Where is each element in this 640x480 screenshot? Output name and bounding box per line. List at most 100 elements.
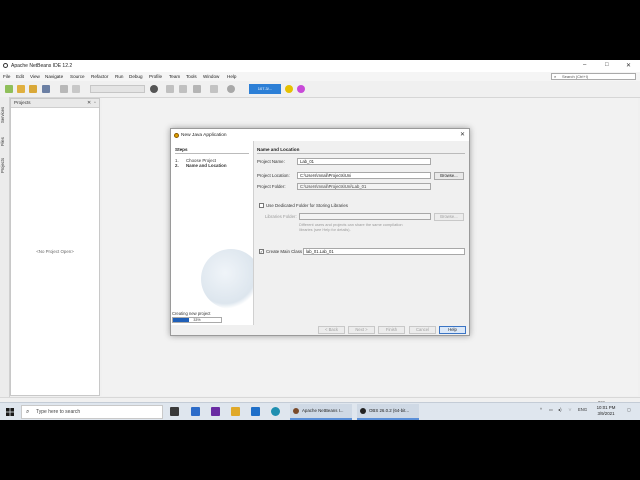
windows-start-icon[interactable] [6,408,14,416]
panel-close-icon[interactable]: ✕ [87,100,91,106]
projects-panel-title: Projects [14,100,31,105]
menu-refactor[interactable]: Refactor [91,74,108,79]
redo-icon[interactable] [72,85,80,93]
panel-minimize-icon[interactable]: ▫ [94,100,96,106]
plugin-icon[interactable] [297,85,305,93]
new-file-icon[interactable] [5,85,13,93]
network-icon[interactable]: ▭ [549,407,553,412]
save-all-icon[interactable] [42,85,50,93]
tab-services[interactable]: Services [0,103,9,127]
project-folder-label: Project Folder: [257,184,286,189]
projects-panel-header: Projects ✕ ▫ [11,99,99,108]
wifi-icon[interactable]: ⌔ [568,407,572,413]
next-button[interactable]: Next > [348,326,375,334]
file-explorer-icon[interactable] [231,407,240,416]
profile-icon[interactable] [227,85,235,93]
build-icon[interactable] [166,85,174,93]
no-project-message: <No Project Open> [36,249,74,254]
taskbar-obs-item[interactable]: OBS 26.0.2 (64-bit... [357,404,419,420]
clock-date: 3/9/2021 [597,411,615,416]
performance-indicator[interactable]: 107.3/... [249,84,281,94]
notifications-icon[interactable]: ▢ [627,407,631,412]
debug-icon[interactable] [210,85,218,93]
side-tab-strip: Services Files Projects [0,97,10,397]
cancel-button[interactable]: Cancel [409,326,436,334]
main-class-input[interactable]: lab_01.Lab_01 [303,248,465,255]
menu-team[interactable]: Team [169,74,180,79]
tab-files[interactable]: Files [0,135,9,149]
steps-panel: Steps 1. Choose Project 2. Name and Loca… [171,141,254,325]
menu-tools[interactable]: Tools [186,74,197,79]
volume-icon[interactable]: ◂) [558,407,562,412]
new-project-icon[interactable] [17,85,25,93]
edge-icon[interactable] [271,407,280,416]
taskbar-search-input[interactable]: ⌕ Type here to search [21,405,163,419]
project-location-label: Project Location: [257,173,290,178]
menu-edit[interactable]: Edit [16,74,24,79]
steps-divider [175,153,249,154]
window-title-bar: Apache NetBeans IDE 12.2 – □ ✕ [0,60,640,72]
back-button[interactable]: < Back [318,326,345,334]
ide-search-input[interactable]: ⌕ Search (Ctrl+I) [551,73,636,80]
performance-label: 107.3/... [257,86,273,91]
libraries-note-line2: libraries (see Help for details). [299,227,351,232]
browse-location-button[interactable]: Browse... [434,172,464,180]
desktop-screen: Apache NetBeans IDE 12.2 – □ ✕ File Edit… [0,60,640,420]
finish-button[interactable]: Finish [378,326,405,334]
teams-icon[interactable] [191,407,200,416]
dialog-title: New Java Application [181,133,227,138]
undo-icon[interactable] [60,85,68,93]
step-number: 2. [175,163,179,168]
app-icon[interactable] [211,407,220,416]
dialog-title-bar: New Java Application ✕ [171,129,469,141]
menu-help[interactable]: Help [227,74,236,79]
progress-text: 33% [193,318,201,322]
steps-heading: Steps [175,147,188,152]
menu-source[interactable]: Source [70,74,85,79]
menu-debug[interactable]: Debug [129,74,143,79]
minimize-icon[interactable]: – [583,62,586,68]
dialog-close-icon[interactable]: ✕ [460,131,465,138]
menu-window[interactable]: Window [203,74,219,79]
libraries-folder-label: Libraries Folder: [265,214,297,219]
libraries-folder-input [299,213,431,220]
menu-view[interactable]: View [30,74,40,79]
obs-icon [360,408,366,414]
taskbar-netbeans-item[interactable]: Apache NetBeans I... [290,404,352,420]
search-icon: ⌕ [554,74,557,79]
create-main-class-checkbox[interactable]: ✓ [259,249,264,254]
projects-panel: Projects ✕ ▫ <No Project Open> [10,98,100,396]
project-location-input[interactable]: C:\Users\mnali\Projects\Uni [297,172,431,179]
use-dedicated-folder-checkbox[interactable] [259,203,264,208]
tab-projects[interactable]: Projects [0,153,9,177]
language-indicator[interactable]: ENG [578,407,587,412]
gc-icon[interactable] [285,85,293,93]
menu-profile[interactable]: Profile [149,74,162,79]
tray-chevron-icon[interactable]: ^ [540,407,542,412]
task-view-icon[interactable] [170,407,179,416]
dialog-button-row: < Back Next > Finish Cancel Help [171,325,469,335]
menu-file[interactable]: File [3,74,10,79]
netbeans-watermark-image [201,249,253,309]
taskbar-clock[interactable]: 10:01 PM 3/9/2021 [590,405,622,417]
java-icon [174,133,179,138]
open-project-icon[interactable] [29,85,37,93]
window-title: Apache NetBeans IDE 12.2 [11,63,73,69]
mail-icon[interactable] [251,407,260,416]
menu-navigate[interactable]: Navigate [45,74,63,79]
maximize-icon[interactable]: □ [605,62,609,68]
globe-icon[interactable] [150,85,158,93]
name-location-panel: Name and Location Project Name: Lab_01 P… [257,141,469,325]
netbeans-icon [293,408,299,414]
netbeans-logo-icon [3,63,8,68]
create-main-class-label: Create Main Class [266,249,303,254]
close-icon[interactable]: ✕ [626,62,631,69]
menu-run[interactable]: Run [115,74,123,79]
configuration-select[interactable] [90,85,145,93]
browse-libraries-button[interactable]: Browse... [434,213,464,221]
clean-build-icon[interactable] [179,85,187,93]
run-icon[interactable] [193,85,201,93]
progress-label: Creating new project [172,311,211,316]
project-name-input[interactable]: Lab_01 [297,158,431,165]
help-button[interactable]: Help [439,326,466,334]
